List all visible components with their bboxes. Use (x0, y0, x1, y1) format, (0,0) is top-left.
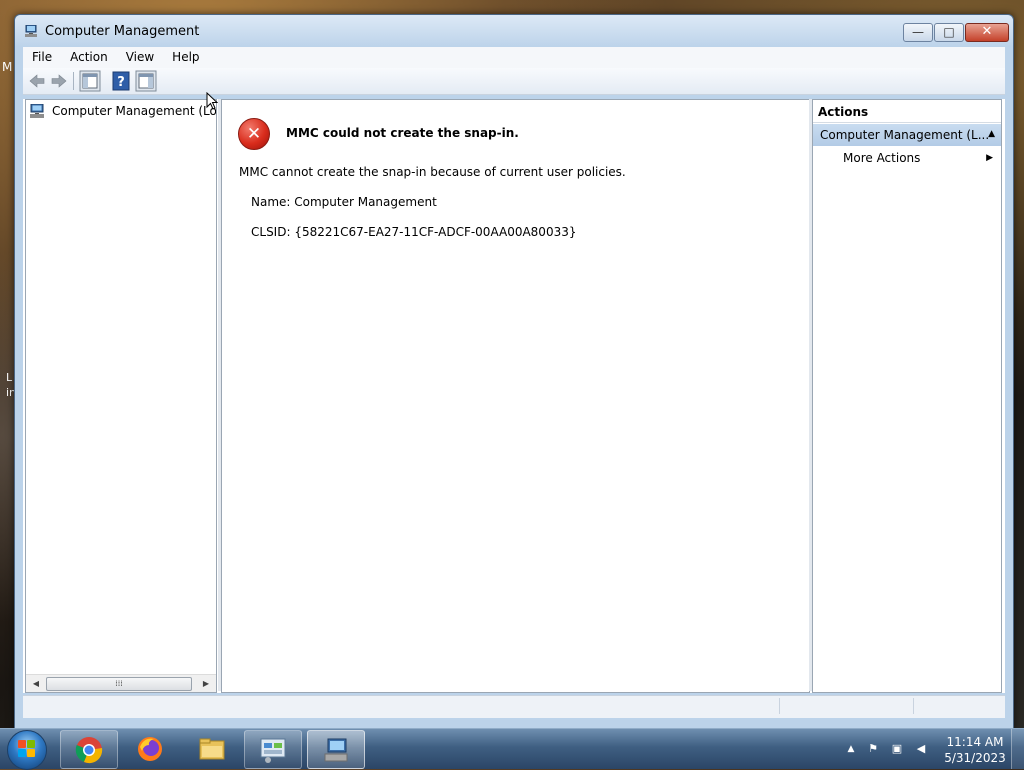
action-center-flag-icon[interactable]: ⚑ (866, 742, 880, 756)
volume-muted-icon[interactable]: ◀ (914, 742, 928, 756)
taskbar-control-panel[interactable] (244, 730, 302, 769)
taskbar-chrome[interactable] (60, 730, 118, 769)
svg-text:?: ? (117, 75, 125, 90)
menu-view[interactable]: View (117, 47, 163, 68)
title-bar[interactable]: Computer Management — □ ✕ (15, 15, 1013, 47)
actions-group-label: Computer Management (L... (820, 128, 990, 142)
window-title: Computer Management (45, 24, 200, 39)
show-hide-console-tree-icon[interactable] (79, 70, 101, 92)
computer-management-icon (25, 25, 37, 37)
scrollbar-thumb[interactable]: ⁞⁞⁞ (46, 677, 192, 691)
status-segment (913, 698, 1004, 714)
console-content: Computer Management (Local) ◀ ⁞⁞⁞ ▶ ✕ MM… (23, 99, 1005, 693)
clock-date: 5/31/2023 (944, 751, 1006, 765)
clock-time: 11:14 AM (946, 735, 1004, 749)
windows-logo-icon (18, 740, 36, 758)
close-button[interactable]: ✕ (965, 23, 1009, 42)
taskbar-clock[interactable]: 11:14 AM 5/31/2023 (942, 734, 1008, 766)
scroll-right-icon[interactable]: ▶ (198, 675, 214, 692)
start-button[interactable] (7, 730, 47, 770)
help-icon[interactable]: ? (111, 71, 131, 91)
error-message: MMC cannot create the snap-in because of… (239, 165, 626, 179)
caption-buttons: — □ ✕ (902, 23, 1009, 42)
toolbar-separator (73, 72, 74, 90)
actions-pane: Actions Computer Management (L... ▲ More… (812, 99, 1002, 693)
menu-file[interactable]: File (23, 47, 61, 68)
desktop-peek-text: M (2, 60, 13, 74)
taskbar-computer-management[interactable] (307, 730, 365, 769)
taskbar-firefox[interactable] (122, 730, 178, 767)
snapin-error-pane: ✕ MMC could not create the snap-in. MMC … (221, 99, 810, 693)
minimize-button[interactable]: — (903, 23, 933, 42)
toolbar: ? (23, 68, 1005, 95)
control-panel-icon (260, 738, 286, 763)
taskbar-file-explorer[interactable] (184, 730, 240, 767)
file-explorer-icon (199, 738, 225, 760)
error-title: MMC could not create the snap-in. (286, 126, 519, 140)
actions-header: Actions (813, 100, 1001, 123)
scroll-left-icon[interactable]: ◀ (28, 675, 44, 692)
status-segment (779, 698, 914, 714)
error-snapin-name: Name: Computer Management (251, 195, 437, 209)
network-icon[interactable]: ▣ (890, 742, 904, 756)
maximize-icon: □ (943, 25, 955, 39)
firefox-icon (138, 737, 162, 761)
show-hide-action-pane-icon[interactable] (135, 70, 157, 92)
menu-help[interactable]: Help (163, 47, 208, 68)
menu-action[interactable]: Action (61, 47, 117, 68)
collapse-up-icon[interactable]: ▲ (988, 128, 995, 140)
maximize-button[interactable]: □ (934, 23, 964, 42)
taskbar: ▲ ⚑ ▣ ◀ 11:14 AM 5/31/2023 (0, 728, 1024, 770)
close-icon: ✕ (981, 24, 993, 39)
computer-management-window: Computer Management — □ ✕ File Action Vi… (14, 14, 1014, 730)
chrome-icon (75, 737, 103, 764)
scrollbar-grip-icon: ⁞⁞⁞ (115, 679, 123, 688)
computer-management-icon (324, 738, 348, 762)
status-bar (23, 695, 1005, 718)
back-icon[interactable] (27, 71, 47, 91)
error-icon: ✕ (238, 118, 270, 150)
menu-bar: File Action View Help (23, 47, 1005, 68)
actions-title: Actions (818, 105, 869, 119)
computer-management-icon (30, 104, 44, 118)
tree-item-label: Computer Management (Local) (52, 104, 217, 118)
show-desktop-button[interactable] (1011, 729, 1024, 769)
horizontal-scrollbar[interactable]: ◀ ⁞⁞⁞ ▶ (26, 674, 216, 692)
submenu-arrow-icon[interactable]: ▶ (986, 151, 993, 165)
tree-item-computer-management[interactable]: Computer Management (Local) (30, 104, 217, 118)
mouse-cursor-icon (206, 92, 218, 110)
more-actions-item[interactable]: More Actions (843, 151, 920, 165)
console-tree-pane: Computer Management (Local) ◀ ⁞⁞⁞ ▶ (25, 99, 217, 693)
desktop-peek-text: L (6, 371, 13, 384)
forward-icon[interactable] (49, 71, 69, 91)
show-hidden-icons-icon[interactable]: ▲ (844, 742, 858, 756)
error-clsid: CLSID: {58221C67-EA27-11CF-ADCF-00AA00A8… (251, 225, 577, 239)
actions-group-computer-management[interactable]: Computer Management (L... ▲ (813, 124, 1001, 146)
minimize-icon: — (912, 25, 924, 39)
